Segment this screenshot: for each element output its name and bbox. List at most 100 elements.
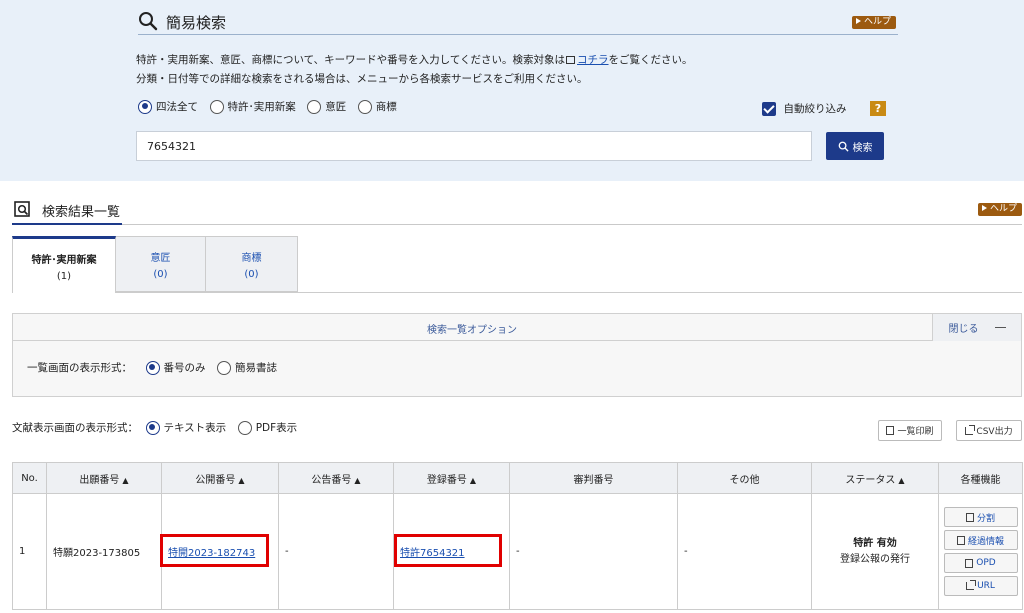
document-icon [965, 512, 974, 522]
status-sub: 登録公報の発行 [840, 553, 910, 565]
question-help-icon[interactable]: ? [870, 101, 886, 116]
opd-button[interactable]: OPD [943, 553, 1018, 573]
list-format-option: 一覧画面の表示形式： 番号のみ 簡易書誌 [27, 360, 285, 375]
tab-design[interactable]: 意匠 (0) [116, 236, 206, 292]
column-header-registration[interactable]: 登録番号 ▲ [393, 462, 510, 494]
search-target-link[interactable]: コチラ [577, 54, 609, 66]
column-header-application[interactable]: 出願番号 ▲ [46, 462, 162, 494]
column-header-status[interactable]: ステータス ▲ [811, 462, 939, 494]
tab-label: 商標 [241, 253, 262, 264]
print-list-label: 一覧印刷 [897, 427, 934, 437]
csv-export-button[interactable]: CSV出力 [956, 420, 1022, 441]
collapse-icon [994, 327, 1006, 328]
radio-design[interactable] [307, 99, 322, 114]
sort-icon: ▲ [898, 475, 905, 485]
print-list-button[interactable]: 一覧印刷 [878, 420, 942, 441]
column-header-announcement[interactable]: 公告番号 ▲ [278, 462, 394, 494]
radio-simple-bibliography[interactable] [217, 360, 231, 375]
auto-narrow-label: 自動絞り込み [783, 103, 847, 115]
radio-label: 番号のみ [163, 362, 206, 374]
tab-patent-utility[interactable]: 特許･実用新案 (1) [12, 236, 116, 293]
header-label: No. [21, 472, 38, 484]
radio-label: 四法全て [156, 101, 198, 113]
header-label: 審判番号 [573, 474, 614, 486]
function-label: URL [977, 581, 995, 591]
header-label: ステータス [845, 474, 896, 486]
sort-icon: ▲ [354, 475, 361, 485]
highlight-box-publication [160, 534, 269, 567]
export-icon [966, 580, 977, 590]
radio-label: PDF表示 [255, 422, 298, 434]
search-icon [838, 141, 849, 152]
description-text: をご覧ください。 [608, 54, 693, 66]
results-title: 検索結果一覧 [42, 205, 121, 220]
radio-all-laws[interactable] [138, 99, 152, 114]
status-main: 特許 有効 [853, 537, 897, 549]
tab-label: 意匠 [150, 253, 171, 264]
cell-trial-number: - [509, 493, 678, 610]
search-button[interactable]: 検索 [826, 132, 884, 160]
column-header-publication[interactable]: 公開番号 ▲ [161, 462, 279, 494]
description-text: 特許・実用新案、意匠、商標について、キーワードや番号を入力してください。検索対象… [136, 54, 566, 66]
cell-no: 1 [12, 493, 47, 610]
options-title[interactable]: 検索一覧オプション [13, 321, 931, 336]
sort-icon: ▲ [469, 475, 477, 485]
document-icon [886, 426, 895, 435]
column-header-trial: 審判番号 [509, 462, 678, 494]
search-icon [139, 12, 158, 31]
document-icon [965, 558, 974, 568]
help-button[interactable]: ヘルプ [852, 16, 897, 29]
radio-trademark[interactable] [357, 99, 372, 114]
progress-info-button[interactable]: 経過情報 [943, 530, 1018, 550]
radio-label: 特許･実用新案 [227, 101, 296, 113]
export-icon [965, 424, 976, 435]
radio-label: 簡易書誌 [235, 362, 277, 374]
url-button[interactable]: URL [943, 576, 1018, 596]
highlight-box-registration [394, 534, 502, 567]
radio-text-display[interactable] [145, 420, 160, 435]
search-button-label: 検索 [852, 142, 873, 154]
sort-icon: ▲ [238, 475, 245, 485]
radio-number-only[interactable] [145, 360, 160, 375]
header-label: 各種機能 [960, 474, 1001, 486]
simple-search-title: 簡易検索 [166, 14, 227, 32]
radio-patent-utility[interactable] [209, 99, 224, 114]
cell-status: 特許 有効 登録公報の発行 [811, 493, 939, 610]
simple-search-header: 簡易検索 [138, 10, 898, 34]
play-icon [982, 205, 987, 211]
function-buttons: 分割 経過情報 OPD URL [939, 507, 1022, 596]
divider [138, 34, 898, 35]
search-description-line2: 分類・日付等での詳細な検索をされる場合は、メニューから各検索サービスをご利用くだ… [136, 73, 588, 85]
header-label: 公開番号 [195, 474, 236, 486]
cell-announcement-number: - [278, 493, 394, 610]
header-label: 公告番号 [311, 474, 352, 486]
help-label: ヘルプ [864, 17, 892, 27]
cell-functions: 分割 経過情報 OPD URL [938, 493, 1023, 610]
help-button[interactable]: ヘルプ [978, 203, 1023, 216]
list-format-label: 一覧画面の表示形式： [27, 362, 132, 374]
column-header-other: その他 [677, 462, 812, 494]
auto-narrow-checkbox[interactable] [762, 101, 776, 116]
document-icon [956, 535, 965, 545]
radio-label: 商標 [375, 101, 397, 113]
function-label: 分割 [976, 513, 995, 524]
header-label: 登録番号 [426, 474, 467, 486]
column-header-functions: 各種機能 [938, 462, 1023, 494]
doc-format-label: 文献表示画面の表示形式： [12, 422, 138, 434]
help-label: ヘルプ [990, 204, 1018, 214]
search-input[interactable] [136, 131, 812, 161]
cell-application-number: 特願2023-173805 [46, 493, 162, 610]
tab-count: (0) [153, 269, 168, 280]
law-type-radio-group: 四法全て 特許･実用新案 意匠 商標 [138, 99, 405, 114]
divider [122, 224, 1022, 225]
tab-count: (1) [56, 271, 72, 282]
divide-button[interactable]: 分割 [943, 507, 1018, 527]
options-close-button[interactable]: 閉じる [932, 314, 1021, 341]
divider [12, 223, 122, 225]
tab-trademark[interactable]: 商標 (0) [206, 236, 298, 292]
header-label: その他 [729, 474, 760, 486]
tab-count: (0) [244, 269, 259, 280]
radio-pdf-display[interactable] [237, 420, 252, 435]
tab-label: 特許･実用新案 [31, 255, 97, 266]
document-icon [566, 56, 576, 64]
